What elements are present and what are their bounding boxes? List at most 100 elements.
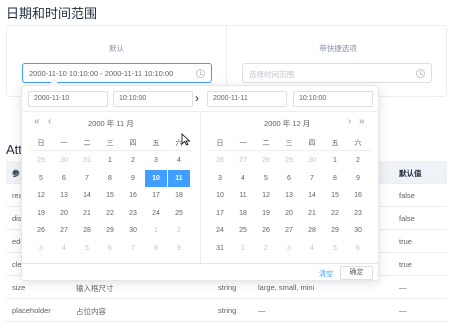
calendar-day[interactable]: 8 (99, 170, 121, 187)
double-chevron-left-icon[interactable]: « (34, 116, 40, 127)
calendar-day[interactable]: 9 (347, 170, 369, 187)
calendar-day[interactable]: 28 (255, 152, 277, 169)
weekday-label: 六 (354, 140, 362, 147)
calendar-day[interactable]: 23 (347, 205, 369, 222)
calendar-day[interactable]: 26 (255, 222, 277, 239)
calendar-day[interactable]: 27 (53, 222, 75, 239)
calendar-day[interactable]: 3 (278, 240, 300, 257)
calendar-day[interactable]: 22 (324, 205, 346, 222)
calendar-day[interactable]: 5 (76, 240, 98, 257)
calendar-day[interactable]: 27 (232, 152, 254, 169)
calendar-day[interactable]: 6 (347, 240, 369, 257)
calendar-day[interactable]: 20 (278, 205, 300, 222)
calendar-day[interactable]: 13 (278, 187, 300, 204)
calendar-day[interactable]: 7 (122, 240, 144, 257)
calendar-day[interactable]: 4 (168, 152, 190, 169)
calendar-day[interactable]: 7 (76, 170, 98, 187)
calendar-day[interactable]: 19 (255, 205, 277, 222)
calendar-day[interactable]: 30 (122, 222, 144, 239)
table-cell: 输入框尺寸 (76, 284, 114, 293)
calendar-day[interactable]: 16 (347, 187, 369, 204)
datetime-range-input[interactable]: 2000-11-10 10:10:00 - 2000-11-11 10:10:0… (22, 63, 212, 83)
start-date-input[interactable]: 2000-11-10 (28, 91, 108, 107)
calendar-day[interactable]: 2 (168, 222, 190, 239)
calendar-day[interactable]: 3 (30, 240, 52, 257)
calendar-day[interactable]: 21 (76, 205, 98, 222)
calendar-day[interactable]: 10 (145, 169, 167, 187)
calendar-day[interactable]: 2 (347, 152, 369, 169)
end-date-input[interactable]: 2000-11-11 (207, 91, 287, 107)
calendar-day[interactable]: 16 (122, 187, 144, 204)
calendar-day[interactable]: 4 (53, 240, 75, 257)
calendar-day[interactable]: 30 (301, 152, 323, 169)
calendar-day[interactable]: 22 (99, 205, 121, 222)
calendar-day[interactable]: 30 (53, 152, 75, 169)
calendar-day[interactable]: 6 (99, 240, 121, 257)
calendar-day[interactable]: 28 (301, 222, 323, 239)
calendar-day[interactable]: 29 (99, 222, 121, 239)
calendar-day[interactable]: 10 (209, 187, 231, 204)
double-chevron-right-icon[interactable]: » (359, 116, 365, 127)
calendar-day[interactable]: 3 (145, 152, 167, 169)
calendar-day[interactable]: 12 (30, 187, 52, 204)
calendar-day[interactable]: 23 (122, 205, 144, 222)
calendar-day[interactable]: 11 (232, 187, 254, 204)
calendar-day[interactable]: 4 (301, 240, 323, 257)
start-time-input[interactable]: 10:10:00 (113, 91, 193, 107)
calendar-day[interactable]: 29 (278, 152, 300, 169)
calendar-day[interactable]: 25 (232, 222, 254, 239)
calendar-day[interactable]: 5 (255, 170, 277, 187)
calendar-day[interactable]: 13 (53, 187, 75, 204)
calendar-day[interactable]: 28 (76, 222, 98, 239)
calendar-day[interactable]: 17 (209, 205, 231, 222)
chevron-right-icon: › (195, 91, 199, 105)
calendar-day[interactable]: 24 (209, 222, 231, 239)
calendar-day[interactable]: 8 (324, 170, 346, 187)
confirm-button[interactable]: 确定 (340, 266, 373, 280)
calendar-day[interactable]: 12 (255, 187, 277, 204)
calendar-day[interactable]: 2 (122, 152, 144, 169)
end-time-input[interactable]: 10:10:00 (293, 91, 373, 107)
calendar-day[interactable]: 9 (122, 170, 144, 187)
calendar-day[interactable]: 11 (168, 169, 190, 187)
calendar-day[interactable]: 7 (301, 170, 323, 187)
calendar-day[interactable]: 29 (324, 222, 346, 239)
calendar-day[interactable]: 1 (324, 152, 346, 169)
calendar-day[interactable]: 17 (145, 187, 167, 204)
calendar-day[interactable]: 4 (232, 170, 254, 187)
calendar-day[interactable]: 5 (324, 240, 346, 257)
calendar-day[interactable]: 8 (145, 240, 167, 257)
calendar-day[interactable]: 20 (53, 205, 75, 222)
chevron-left-icon[interactable]: ‹ (48, 116, 51, 127)
calendar-day[interactable]: 6 (278, 170, 300, 187)
calendar-day[interactable]: 1 (145, 222, 167, 239)
chevron-right-icon[interactable]: › (348, 116, 351, 127)
calendar-day[interactable]: 18 (168, 187, 190, 204)
datetime-range-shortcut-input[interactable]: 选择时间范围 (242, 63, 432, 83)
calendar-day[interactable]: 2 (255, 240, 277, 257)
calendar-day[interactable]: 25 (168, 205, 190, 222)
calendar-day[interactable]: 21 (301, 205, 323, 222)
table-cell: — (399, 306, 407, 315)
calendar-day[interactable]: 27 (278, 222, 300, 239)
calendar-day[interactable]: 15 (324, 187, 346, 204)
clear-button[interactable]: 清空 (319, 269, 333, 279)
calendar-day[interactable]: 1 (99, 152, 121, 169)
calendar-day[interactable]: 1 (232, 240, 254, 257)
calendar-day[interactable]: 14 (301, 187, 323, 204)
calendar-day[interactable]: 3 (209, 170, 231, 187)
calendar-day[interactable]: 14 (76, 187, 98, 204)
calendar-day[interactable]: 31 (209, 240, 231, 257)
calendar-day[interactable]: 29 (30, 152, 52, 169)
calendar-day[interactable]: 31 (76, 152, 98, 169)
calendar-day[interactable]: 5 (30, 170, 52, 187)
calendar-day[interactable]: 18 (232, 205, 254, 222)
calendar-day[interactable]: 24 (145, 205, 167, 222)
calendar-day[interactable]: 6 (53, 170, 75, 187)
calendar-day[interactable]: 9 (168, 240, 190, 257)
calendar-day[interactable]: 15 (99, 187, 121, 204)
calendar-day[interactable]: 26 (30, 222, 52, 239)
calendar-day[interactable]: 19 (30, 205, 52, 222)
calendar-day[interactable]: 30 (347, 222, 369, 239)
calendar-day[interactable]: 26 (209, 152, 231, 169)
